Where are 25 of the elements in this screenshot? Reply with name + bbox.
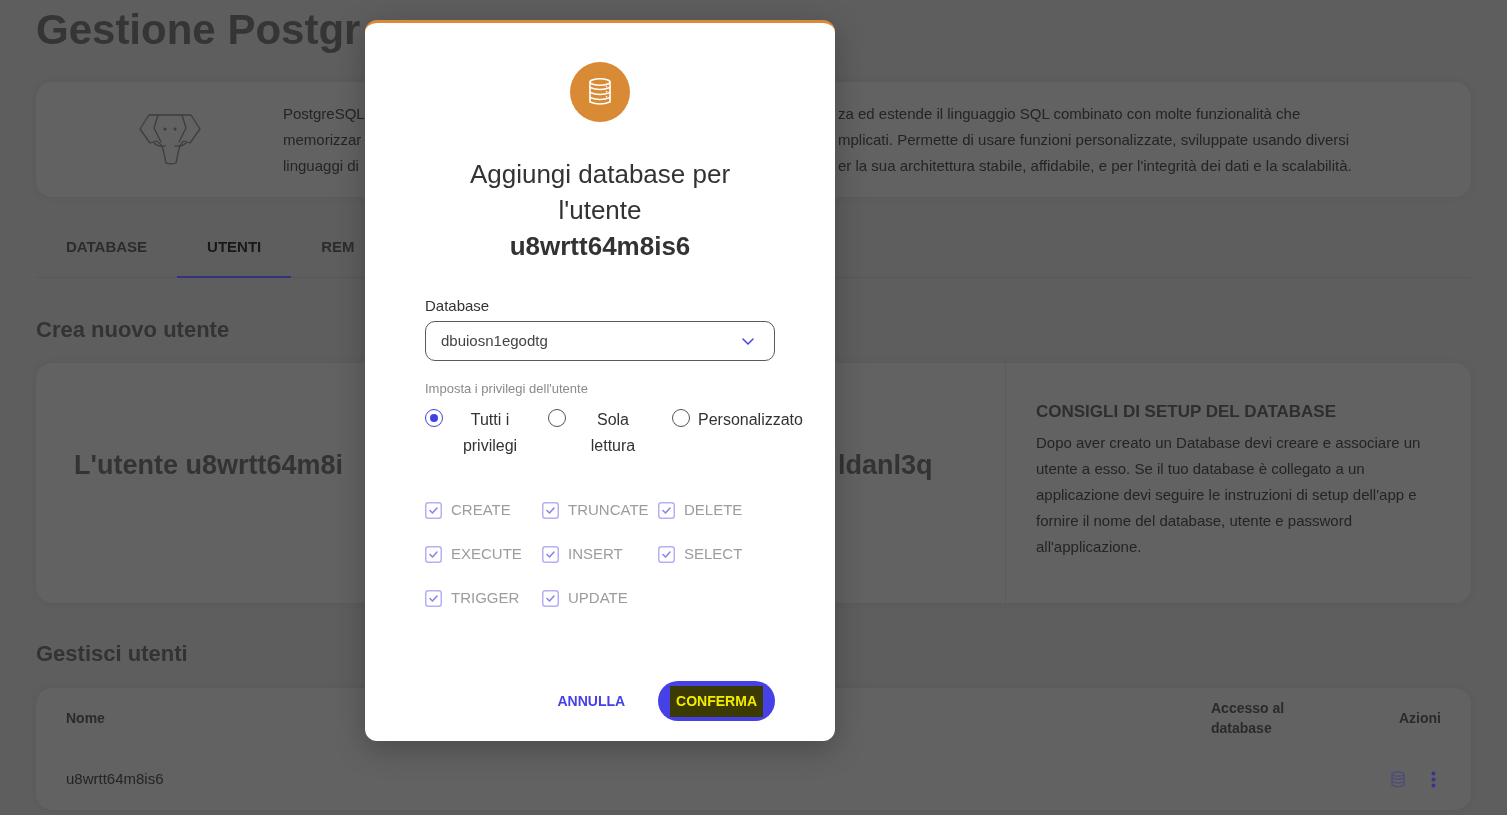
column-header: Azioni	[1399, 709, 1441, 728]
radio-label[interactable]: Sola lettura	[578, 407, 648, 459]
tips-text: Dopo aver creato un Database devi creare e associare un utente a esso. Se il tuo database è collegato a un applicazione devi seguire le instruzioni di setup dell'app e fornire il nome del database, utente e password all'applicazione.	[1036, 433, 1422, 557]
table-cell-text: u8wrtt64m8is6	[66, 768, 164, 789]
radio-label[interactable]: Personalizzato	[698, 407, 803, 433]
description-text: za ed estende il linguaggio SQL combinato con molte funzionalità che	[838, 103, 1301, 124]
database-icon	[570, 62, 630, 122]
section-label: Imposta i privilegi dell'utente	[425, 380, 588, 398]
elephant-icon	[138, 114, 201, 165]
database-select[interactable]: dbuiosn1egodtg	[425, 321, 775, 361]
field-label: Database	[425, 296, 490, 316]
description-text: mplicati. Permette di usare funzioni personalizzate, sviluppate usando diversi	[838, 129, 1350, 150]
radio-label[interactable]: Tutti i privilegi	[455, 407, 525, 459]
description-text: PostgreSQL	[283, 103, 365, 124]
column-header: Accesso al database	[1211, 699, 1286, 738]
cancel-button[interactable]: ANNULLA	[545, 681, 638, 721]
column-header: Nome	[66, 709, 105, 728]
description-text: er la sua architettura stabile, affidabile, e per l'integrità dei dati e la scalabilità.	[838, 155, 1352, 176]
confirm-button[interactable]: CONFERMA	[658, 681, 775, 721]
tab[interactable]: UTENTI	[177, 218, 292, 278]
description-text: memorizzar	[283, 129, 362, 150]
description-text: linguaggi di	[283, 155, 359, 176]
dialog-title: Aggiungi database per l'utente u8wrtt64m8is6	[468, 158, 732, 263]
more-options-icon[interactable]	[1431, 770, 1436, 788]
chevron-down-icon	[742, 337, 754, 345]
